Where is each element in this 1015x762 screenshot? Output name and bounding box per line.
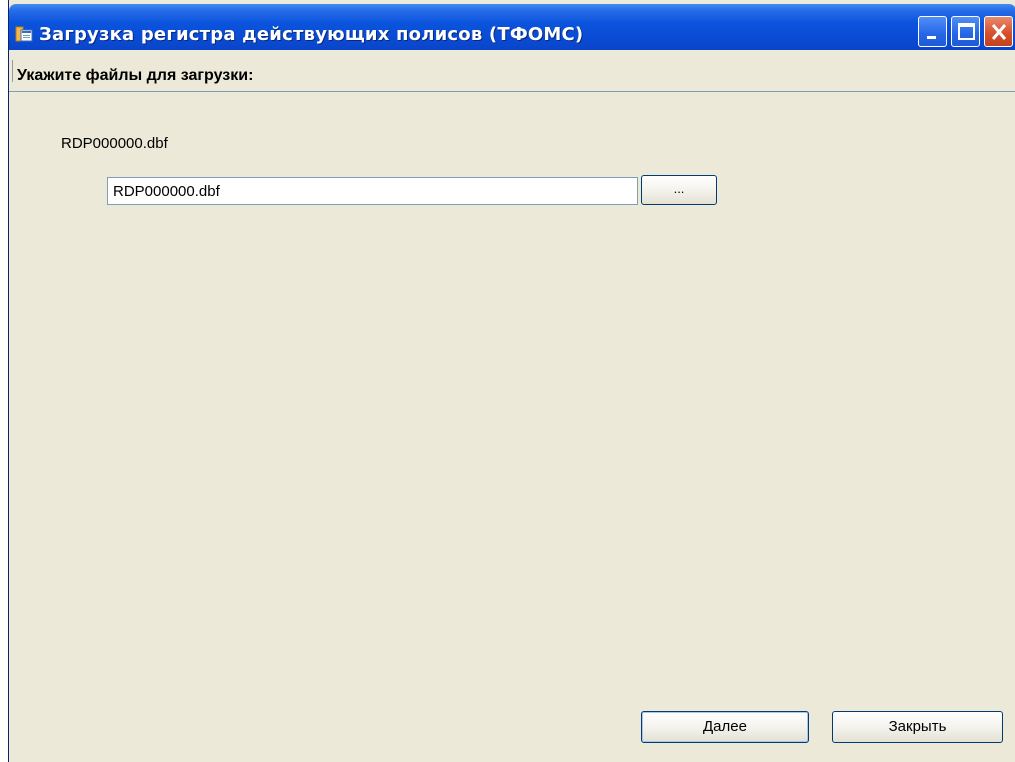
dialog-window: Загрузка регистра действующих полисов (Т…	[8, 0, 1015, 762]
next-button[interactable]: Далее	[641, 711, 809, 743]
minimize-icon	[927, 36, 936, 39]
browse-button[interactable]: ...	[641, 175, 717, 205]
instruction-label: Укажите файлы для загрузки:	[17, 67, 254, 84]
title-bar[interactable]: Загрузка регистра действующих полисов (Т…	[9, 4, 1015, 50]
header-divider	[12, 60, 13, 82]
maximize-icon	[958, 23, 975, 40]
close-button[interactable]: Закрыть	[832, 711, 1003, 743]
close-window-button[interactable]	[984, 16, 1013, 47]
file-path-input[interactable]	[107, 177, 638, 205]
file-name-label: RDP000000.dbf	[61, 135, 168, 152]
minimize-button[interactable]	[918, 16, 947, 47]
app-icon	[15, 25, 33, 43]
close-icon	[991, 24, 1007, 40]
maximize-button[interactable]	[951, 16, 980, 47]
window-title: Загрузка регистра действующих полисов (Т…	[39, 24, 584, 45]
